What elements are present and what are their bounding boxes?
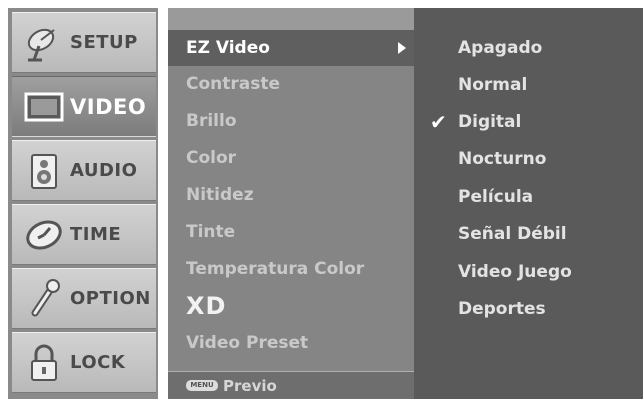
menu-footer: MENU Previo bbox=[168, 371, 414, 399]
tab-label-setup: SETUP bbox=[70, 32, 138, 53]
clock-icon bbox=[22, 215, 66, 255]
wrench-icon bbox=[22, 278, 66, 319]
submenu-item-label: Película bbox=[458, 187, 534, 207]
menu-item-label: Nitidez bbox=[186, 185, 254, 205]
padlock-icon bbox=[22, 343, 66, 383]
menu-item-xd[interactable]: XD bbox=[168, 288, 414, 324]
menu-key-icon: MENU bbox=[186, 380, 218, 391]
menu-item-label: EZ Video bbox=[186, 38, 270, 58]
submenu-item-apagado[interactable]: Apagado bbox=[414, 30, 643, 66]
submenu-item-label: Nocturno bbox=[458, 149, 547, 169]
menu-item-contraste[interactable]: Contraste bbox=[168, 66, 414, 102]
xd-logo: XD bbox=[186, 292, 227, 320]
tab-label-video: VIDEO bbox=[70, 94, 147, 119]
tab-label-option: OPTION bbox=[70, 288, 151, 309]
menu-item-temperatura-color[interactable]: Temperatura Color bbox=[168, 251, 414, 287]
menu-item-label: Video Preset bbox=[186, 333, 309, 353]
tab-label-time: TIME bbox=[70, 224, 122, 245]
menu-top-bar bbox=[168, 8, 414, 30]
tab-time[interactable]: TIME bbox=[12, 204, 156, 265]
menu-item-label: Contraste bbox=[186, 74, 281, 94]
submenu-item-label: Deportes bbox=[458, 299, 546, 319]
menu-item-video-preset[interactable]: Video Preset bbox=[168, 325, 414, 361]
submenu-item-video-juego[interactable]: Video Juego bbox=[414, 254, 643, 290]
menu-item-label: Brillo bbox=[186, 111, 237, 131]
tab-lock[interactable]: LOCK bbox=[12, 332, 156, 393]
previous-label: Previo bbox=[223, 376, 277, 395]
category-tabs: SETUP VIDEO AUDIO TIME OPTION LOCK bbox=[8, 8, 158, 399]
submenu-item-nocturno[interactable]: Nocturno bbox=[414, 141, 643, 177]
submenu-arrow-icon bbox=[398, 42, 406, 54]
tab-label-lock: LOCK bbox=[70, 352, 126, 373]
speaker-icon bbox=[22, 151, 66, 191]
submenu-item-digital[interactable]: ✔ Digital bbox=[414, 104, 643, 140]
video-menu: EZ Video Contraste Brillo Color Nitidez … bbox=[168, 8, 414, 399]
submenu-item-label: Video Juego bbox=[458, 262, 572, 282]
menu-item-nitidez[interactable]: Nitidez bbox=[168, 177, 414, 213]
submenu-item-normal[interactable]: Normal bbox=[414, 67, 643, 103]
tab-audio[interactable]: AUDIO bbox=[12, 140, 156, 201]
menu-item-label: Temperatura Color bbox=[186, 259, 365, 279]
check-icon: ✔ bbox=[430, 110, 447, 134]
submenu-item-deportes[interactable]: Deportes bbox=[414, 291, 643, 327]
submenu-item-label: Señal Débil bbox=[458, 224, 567, 244]
ez-video-submenu: Apagado Normal ✔ Digital Nocturno Pelícu… bbox=[414, 8, 643, 399]
menu-item-label: Tinte bbox=[186, 222, 236, 242]
submenu-item-label: Apagado bbox=[458, 38, 543, 58]
monitor-icon bbox=[22, 87, 66, 127]
tab-label-audio: AUDIO bbox=[70, 160, 138, 181]
tab-setup[interactable]: SETUP bbox=[12, 12, 156, 73]
submenu-item-label: Normal bbox=[458, 75, 528, 95]
submenu-item-label: Digital bbox=[458, 112, 522, 132]
menu-item-label: Color bbox=[186, 148, 237, 168]
tab-option[interactable]: OPTION bbox=[12, 268, 156, 329]
submenu-item-senal-debil[interactable]: Señal Débil bbox=[414, 216, 643, 252]
satellite-dish-icon bbox=[22, 23, 66, 63]
tab-video[interactable]: VIDEO bbox=[12, 76, 156, 137]
menu-item-ez-video[interactable]: EZ Video bbox=[168, 30, 414, 66]
submenu-item-pelicula[interactable]: Película bbox=[414, 179, 643, 215]
menu-item-brillo[interactable]: Brillo bbox=[168, 103, 414, 139]
menu-item-color[interactable]: Color bbox=[168, 140, 414, 176]
menu-item-tinte[interactable]: Tinte bbox=[168, 214, 414, 250]
